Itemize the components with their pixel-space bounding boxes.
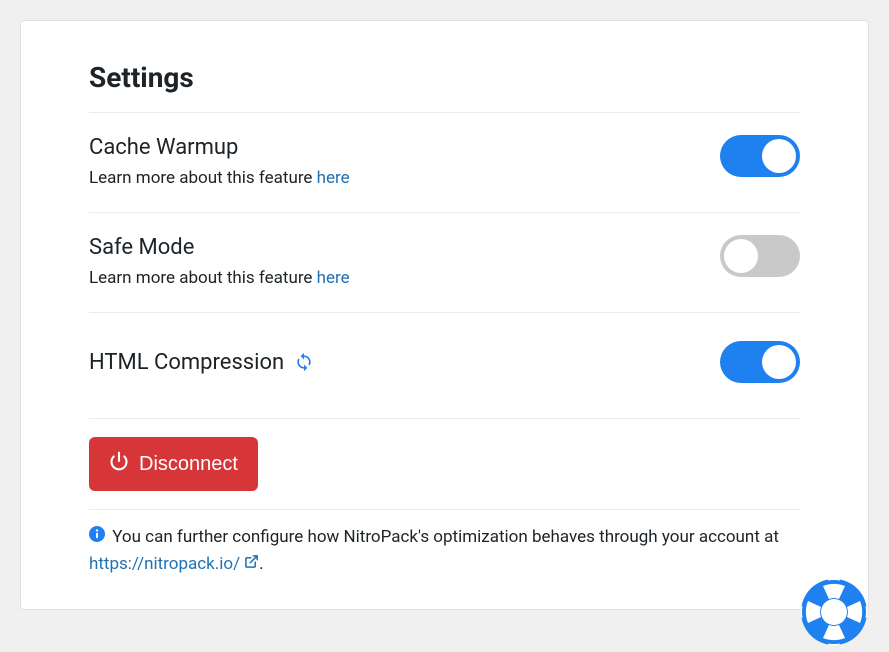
setting-title-html-compression: HTML Compression bbox=[89, 350, 720, 375]
html-compression-toggle[interactable] bbox=[720, 341, 800, 383]
setting-desc-cache-warmup: Learn more about this feature here bbox=[89, 168, 720, 188]
page-title: Settings bbox=[89, 61, 800, 94]
external-link-icon bbox=[244, 551, 259, 578]
help-button[interactable] bbox=[799, 577, 869, 647]
power-icon bbox=[109, 451, 129, 477]
setting-title-cache-warmup: Cache Warmup bbox=[89, 135, 720, 160]
setting-title-safe-mode: Safe Mode bbox=[89, 235, 720, 260]
setting-safe-mode: Safe Mode Learn more about this feature … bbox=[89, 212, 800, 312]
safe-mode-learn-more-link[interactable]: here bbox=[317, 268, 350, 288]
setting-desc-safe-mode: Learn more about this feature here bbox=[89, 268, 720, 288]
setting-cache-warmup: Cache Warmup Learn more about this featu… bbox=[89, 112, 800, 212]
setting-html-compression: HTML Compression bbox=[89, 312, 800, 418]
info-section: You can further configure how NitroPack'… bbox=[89, 509, 800, 579]
nitropack-link[interactable]: https://nitropack.io/ bbox=[89, 554, 259, 574]
refresh-icon[interactable] bbox=[294, 352, 314, 372]
safe-mode-toggle[interactable] bbox=[720, 235, 800, 277]
cache-warmup-toggle[interactable] bbox=[720, 135, 800, 177]
disconnect-button[interactable]: Disconnect bbox=[89, 437, 258, 491]
cache-warmup-learn-more-link[interactable]: here bbox=[317, 168, 350, 188]
settings-card: Settings Cache Warmup Learn more about t… bbox=[20, 20, 869, 610]
disconnect-section: Disconnect bbox=[89, 418, 800, 491]
info-icon bbox=[89, 524, 105, 551]
